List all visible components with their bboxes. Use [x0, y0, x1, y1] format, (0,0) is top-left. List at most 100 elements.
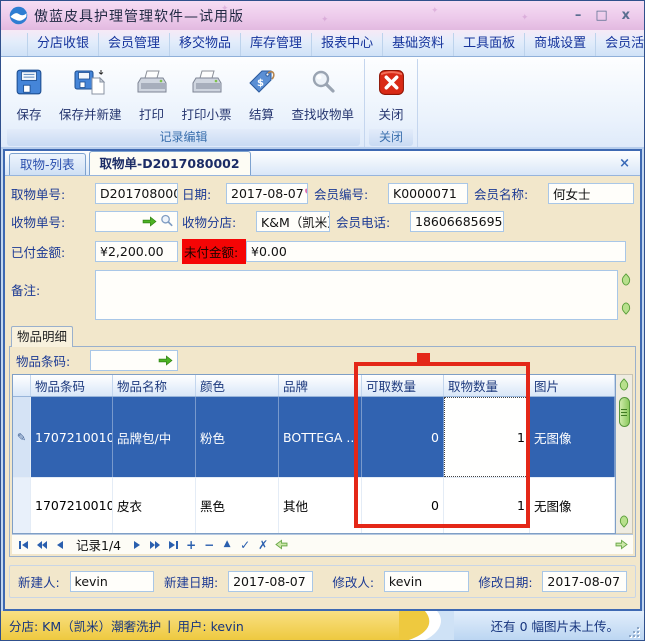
item-barcode-input[interactable]: [90, 350, 178, 371]
cell-name[interactable]: 品牌包/中: [113, 397, 196, 477]
modifier-label: 修改人:: [332, 575, 375, 590]
menu-tab-base-data[interactable]: 基础资料: [383, 33, 455, 56]
price-tag-icon: $: [246, 66, 278, 98]
green-arrow-icon[interactable]: [158, 355, 173, 366]
receipt-no-field[interactable]: [95, 211, 178, 232]
scroll-down-leaf-icon[interactable]: [620, 300, 632, 319]
nav-prev-icon[interactable]: [52, 538, 68, 552]
resize-grip[interactable]: [627, 625, 640, 638]
green-arrow-icon[interactable]: [142, 216, 157, 227]
unpaid-amount-field[interactable]: ¥0.00: [246, 241, 626, 262]
member-phone-field[interactable]: 18606685695: [410, 211, 504, 232]
create-date-field[interactable]: 2017-08-07: [228, 571, 313, 592]
minimize-button[interactable]: –: [575, 9, 582, 22]
scroll-up-leaf-icon[interactable]: [620, 271, 632, 290]
nav-cancel-icon[interactable]: ✗: [255, 538, 271, 552]
paid-amount-field[interactable]: ¥2,200.00: [95, 241, 178, 262]
receive-branch-field[interactable]: K&M（凯米）潮: [256, 211, 330, 232]
nav-edit-icon[interactable]: ▲: [219, 538, 235, 552]
save-and-new-button-label: 保存并新建: [59, 107, 122, 122]
date-value: 2017-08-07: [231, 186, 304, 201]
paid-amount-label: 已付金额:: [11, 245, 66, 260]
remark-textarea[interactable]: [95, 270, 618, 320]
table-row[interactable]: 17072100104 皮衣 黑色 其他 0 1 无图像: [13, 477, 615, 533]
search-receipt-icon[interactable]: [160, 214, 173, 230]
nav-last-icon[interactable]: [165, 538, 181, 552]
column-header-pickup-qty[interactable]: 取物数量: [444, 375, 530, 396]
nav-next-icon[interactable]: [129, 538, 145, 552]
cell-brand[interactable]: 其他: [279, 477, 362, 533]
settle-button[interactable]: $ 结算: [240, 61, 284, 126]
cell-name[interactable]: 皮衣: [113, 477, 196, 533]
find-receipt-button[interactable]: 查找收物单: [286, 61, 361, 126]
creator-field[interactable]: kevin: [69, 571, 155, 592]
status-separator: |: [167, 618, 172, 633]
nav-first-icon[interactable]: [16, 538, 32, 552]
scroll-up-leaf-icon[interactable]: [618, 376, 630, 395]
nav-prev-page-icon[interactable]: [34, 538, 50, 552]
cell-available-qty[interactable]: 0: [362, 477, 444, 533]
column-header-name[interactable]: 物品名称: [113, 375, 196, 396]
modify-date-label: 修改日期:: [478, 575, 533, 590]
table-vertical-scrollbar[interactable]: [616, 374, 633, 534]
save-and-new-button[interactable]: 保存并新建: [53, 61, 128, 126]
column-header-brand[interactable]: 品牌: [279, 375, 362, 396]
scroll-down-leaf-icon[interactable]: [618, 513, 630, 532]
tab-item-details[interactable]: 物品明细: [11, 326, 73, 347]
nav-insert-icon[interactable]: +: [183, 538, 199, 552]
hscroll-left-leaf-icon[interactable]: [273, 538, 289, 552]
menu-tab-member-activity[interactable]: 会员活动: [596, 33, 644, 56]
order-no-field[interactable]: D2017080002: [95, 183, 178, 204]
app-logo-icon: [9, 6, 28, 25]
table-row-selected[interactable]: ✎ 17072100103 品牌包/中 粉色 BOTTEGA ... 0 1 无…: [13, 397, 615, 477]
ribbon-group-close: 关闭 关闭: [365, 59, 419, 147]
hscroll-right-leaf-icon[interactable]: [613, 538, 629, 552]
close-form-button[interactable]: 关闭: [369, 61, 413, 126]
status-branch: 分店: KM（凯米）潮奢洗护: [9, 619, 162, 634]
column-header-barcode[interactable]: 物品条码: [31, 375, 113, 396]
cell-barcode[interactable]: 17072100103: [31, 397, 113, 477]
date-field[interactable]: 2017-08-07: [226, 183, 308, 204]
cell-image[interactable]: 无图像: [530, 477, 615, 533]
close-window-button[interactable]: x: [622, 9, 630, 22]
nav-post-icon[interactable]: ✓: [237, 538, 253, 552]
maximize-button[interactable]: □: [595, 9, 607, 22]
menu-tab-tools[interactable]: 工具面板: [454, 33, 526, 56]
tab-pickup-list[interactable]: 取物-列表: [9, 153, 86, 175]
calendar-butterfly-icon[interactable]: [304, 186, 307, 201]
close-document-icon[interactable]: ×: [609, 156, 640, 171]
menu-tab-member-mgmt[interactable]: 会员管理: [99, 33, 171, 56]
record-navigator: 记录1/4 + − ▲ ✓ ✗: [12, 534, 633, 554]
cell-pickup-qty-editing[interactable]: 1: [444, 397, 530, 477]
member-name-field[interactable]: 何女士: [548, 183, 634, 204]
column-header-color[interactable]: 颜色: [196, 375, 279, 396]
save-button[interactable]: 保存: [7, 61, 51, 126]
modify-date-field[interactable]: 2017-08-07: [542, 571, 628, 592]
settle-button-label: 结算: [249, 107, 275, 122]
modifier-field[interactable]: kevin: [383, 571, 469, 592]
nav-next-page-icon[interactable]: [147, 538, 163, 552]
cell-image[interactable]: 无图像: [530, 397, 615, 477]
member-no-field[interactable]: K0000071: [388, 183, 468, 204]
menu-tab-inventory[interactable]: 库存管理: [241, 33, 313, 56]
cell-color[interactable]: 粉色: [196, 397, 279, 477]
menu-tab-mall-settings[interactable]: 商城设置: [525, 33, 597, 56]
row-selector[interactable]: [13, 477, 31, 533]
tab-pickup-order[interactable]: 取物单-D2017080002: [88, 151, 251, 175]
menu-tab-reports[interactable]: 报表中心: [312, 33, 384, 56]
cell-brand[interactable]: BOTTEGA ...: [279, 397, 362, 477]
cell-barcode[interactable]: 17072100104: [31, 477, 113, 533]
cell-available-qty[interactable]: 0: [362, 397, 444, 477]
nav-delete-icon[interactable]: −: [201, 538, 217, 552]
ribbon-group-label-record-edit: 记录编辑: [7, 129, 361, 146]
scrollbar-thumb[interactable]: [618, 397, 630, 427]
column-header-image[interactable]: 图片: [530, 375, 615, 396]
print-button[interactable]: 打印: [130, 61, 174, 126]
print-receipt-button[interactable]: 打印小票: [176, 61, 238, 126]
menu-tab-transfer-items[interactable]: 移交物品: [170, 33, 242, 56]
cell-color[interactable]: 黑色: [196, 477, 279, 533]
cell-pickup-qty[interactable]: 1: [444, 477, 530, 533]
status-right: 还有 0 幅图片未上传。: [454, 611, 644, 640]
column-header-available-qty[interactable]: 可取数量: [362, 375, 444, 396]
menu-tab-branch-cashier[interactable]: 分店收银: [27, 33, 100, 56]
